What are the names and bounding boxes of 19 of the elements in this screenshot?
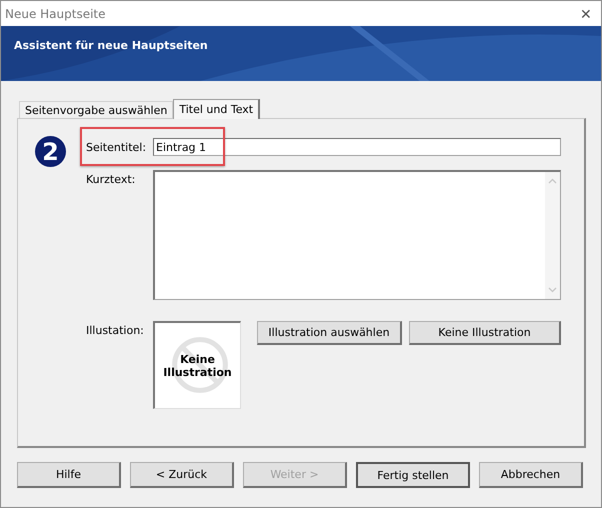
title-input-field[interactable]: Eintrag 1 xyxy=(153,138,561,156)
window-title: Neue Hauptseite xyxy=(5,6,106,20)
tab[interactable]: Seitenvorgabe auswählen xyxy=(19,101,174,118)
scroll-bar[interactable] xyxy=(545,172,560,299)
dialog-button[interactable]: Hilfe xyxy=(17,462,121,488)
illustration-button[interactable]: Illustration auswählen xyxy=(257,321,402,345)
banner-title: Assistent für neue Hauptseiten xyxy=(14,39,208,52)
illustration-button[interactable]: Keine Illustration xyxy=(409,321,561,345)
preview-text: Keine Illustration xyxy=(162,352,232,378)
close-button[interactable]: ✕ xyxy=(571,2,601,26)
field-label: Illustation: xyxy=(86,323,145,337)
dialog-button[interactable]: Abbrechen xyxy=(479,462,583,488)
tab[interactable]: Titel und Text xyxy=(173,99,260,119)
summary-text-area[interactable] xyxy=(153,170,561,300)
dialog-button[interactable]: Fertig stellen xyxy=(356,462,470,488)
step-number-badge: 2 xyxy=(35,136,66,167)
field-label: Seitentitel: xyxy=(86,140,148,154)
field-label: Kurztext: xyxy=(86,172,136,186)
dialog-button[interactable]: < Zurück xyxy=(130,462,234,488)
